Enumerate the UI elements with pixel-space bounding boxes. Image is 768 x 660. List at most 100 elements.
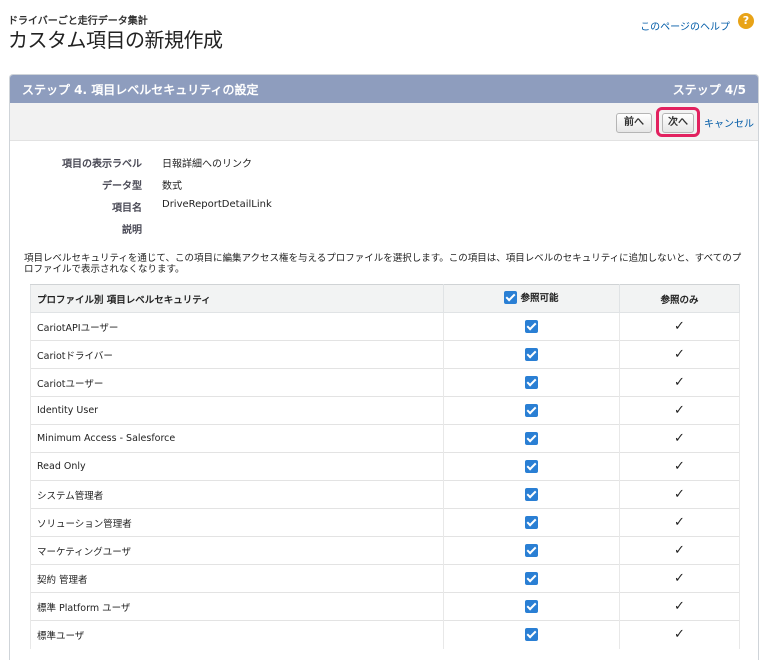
help-link[interactable]: このページのヘルプ [640,18,730,33]
readonly-cell: ✓ [619,620,740,649]
profile-name: Read Only [30,452,444,481]
readonly-cell: ✓ [619,592,740,621]
profile-name: Cariotドライバー [30,340,444,369]
detail-row-label: 項目の表示ラベル 日報詳細へのリンク [10,155,758,177]
checkmark-icon[interactable]: ✓ [674,459,685,474]
detail-value: DriveReportDetailLink [162,199,272,210]
panel-title: ステップ 4. 項目レベルセキュリティの設定 [22,83,259,97]
visible-checkbox[interactable] [525,516,538,529]
visible-checkbox[interactable] [525,376,538,389]
profile-name: ソリューション管理者 [30,508,444,537]
visible-cell [443,592,620,621]
table-row: 標準ユーザ ✓ [30,620,740,649]
profile-name: Minimum Access - Salesforce [30,424,444,453]
checkmark-icon[interactable]: ✓ [674,403,685,418]
table-row: ソリューション管理者 ✓ [30,508,740,537]
table-row: Minimum Access - Salesforce ✓ [30,424,740,453]
visible-select-all-checkbox[interactable] [504,290,518,304]
page-title: カスタム項目の新規作成 [8,28,223,52]
visible-cell [443,340,620,369]
profile-name: システム管理者 [30,480,444,509]
cancel-link[interactable]: キャンセル [704,115,754,130]
table-row: CariotAPIユーザー ✓ [30,312,740,341]
checkmark-icon[interactable]: ✓ [674,599,685,614]
profile-name: Cariotユーザー [30,368,444,397]
checkmark-icon[interactable]: ✓ [674,431,685,446]
readonly-cell: ✓ [619,312,740,341]
table-row: 契約 管理者 ✓ [30,564,740,593]
table-header-row: プロファイル別 項目レベルセキュリティ 参照可能 参照のみ [30,284,740,313]
visible-checkbox[interactable] [525,600,538,613]
profile-name: マーケティングユーザ [30,536,444,565]
readonly-column-header: 参照のみ [619,284,740,313]
field-details: 項目の表示ラベル 日報詳細へのリンク データ型 数式 項目名 DriveRepo… [10,155,758,243]
field-security-table: プロファイル別 項目レベルセキュリティ 参照可能 参照のみ CariotAPIユ… [30,284,740,649]
visible-checkbox[interactable] [525,544,538,557]
visible-cell [443,564,620,593]
profile-name: CariotAPIユーザー [30,312,444,341]
detail-value: 日報詳細へのリンク [162,159,252,170]
visible-checkbox[interactable] [525,488,538,501]
detail-label: 項目の表示ラベル [62,159,142,170]
checkmark-icon[interactable]: ✓ [674,627,685,642]
checkmark-icon[interactable]: ✓ [674,571,685,586]
detail-value: 数式 [162,181,182,192]
profile-name: Identity User [30,396,444,425]
visible-checkbox[interactable] [525,320,538,333]
detail-label: 項目名 [112,203,142,214]
profile-name: 標準 Platform ユーザ [30,592,444,621]
button-bar: 前へ 次へ キャンセル [10,103,758,141]
table-row: Cariotユーザー ✓ [30,368,740,397]
detail-row-description: 説明 [10,221,758,243]
detail-row-datatype: データ型 数式 [10,177,758,199]
detail-row-name: 項目名 DriveReportDetailLink [10,199,758,221]
detail-label: 説明 [122,225,142,236]
visible-cell [443,480,620,509]
previous-button[interactable]: 前へ [616,113,652,133]
table-row: Read Only ✓ [30,452,740,481]
visible-checkbox[interactable] [525,460,538,473]
table-row: マーケティングユーザ ✓ [30,536,740,565]
readonly-cell: ✓ [619,424,740,453]
checkmark-icon[interactable]: ✓ [674,347,685,362]
visible-checkbox[interactable] [525,572,538,585]
wizard-panel: ステップ 4. 項目レベルセキュリティの設定 ステップ 4/5 前へ 次へ キャ… [9,74,759,660]
visible-cell [443,508,620,537]
visible-cell [443,312,620,341]
help-icon[interactable]: ? [738,13,754,29]
checkmark-icon[interactable]: ✓ [674,375,685,390]
profile-name: 契約 管理者 [30,564,444,593]
table-row: Cariotドライバー ✓ [30,340,740,369]
visible-cell [443,620,620,649]
readonly-cell: ✓ [619,564,740,593]
readonly-cell: ✓ [619,452,740,481]
checkmark-icon[interactable]: ✓ [674,319,685,334]
visible-cell [443,536,620,565]
table-row: 標準 Platform ユーザ ✓ [30,592,740,621]
visible-cell [443,452,620,481]
checkmark-icon[interactable]: ✓ [674,487,685,502]
visible-checkbox[interactable] [525,348,538,361]
visible-checkbox[interactable] [525,628,538,642]
instructions-text: 項目レベルセキュリティを通じて、この項目に編集アクセス権を与えるプロファイルを選… [24,253,742,275]
profile-name: 標準ユーザ [30,620,444,649]
detail-label: データ型 [102,181,142,192]
visible-cell [443,396,620,425]
visible-cell [443,368,620,397]
step-indicator: ステップ 4/5 [672,83,746,97]
visible-column-label: 参照可能 [520,293,559,305]
checkmark-icon[interactable]: ✓ [674,543,685,558]
table-row: システム管理者 ✓ [30,480,740,509]
readonly-cell: ✓ [619,368,740,397]
visible-cell [443,424,620,453]
checkmark-icon[interactable]: ✓ [674,515,685,530]
visible-checkbox[interactable] [525,404,538,417]
readonly-cell: ✓ [619,480,740,509]
readonly-cell: ✓ [619,508,740,537]
next-button[interactable]: 次へ [662,113,694,133]
visible-checkbox[interactable] [525,432,538,445]
readonly-cell: ✓ [619,536,740,565]
readonly-cell: ✓ [619,340,740,369]
profile-column-header: プロファイル別 項目レベルセキュリティ [30,284,444,313]
readonly-cell: ✓ [619,396,740,425]
